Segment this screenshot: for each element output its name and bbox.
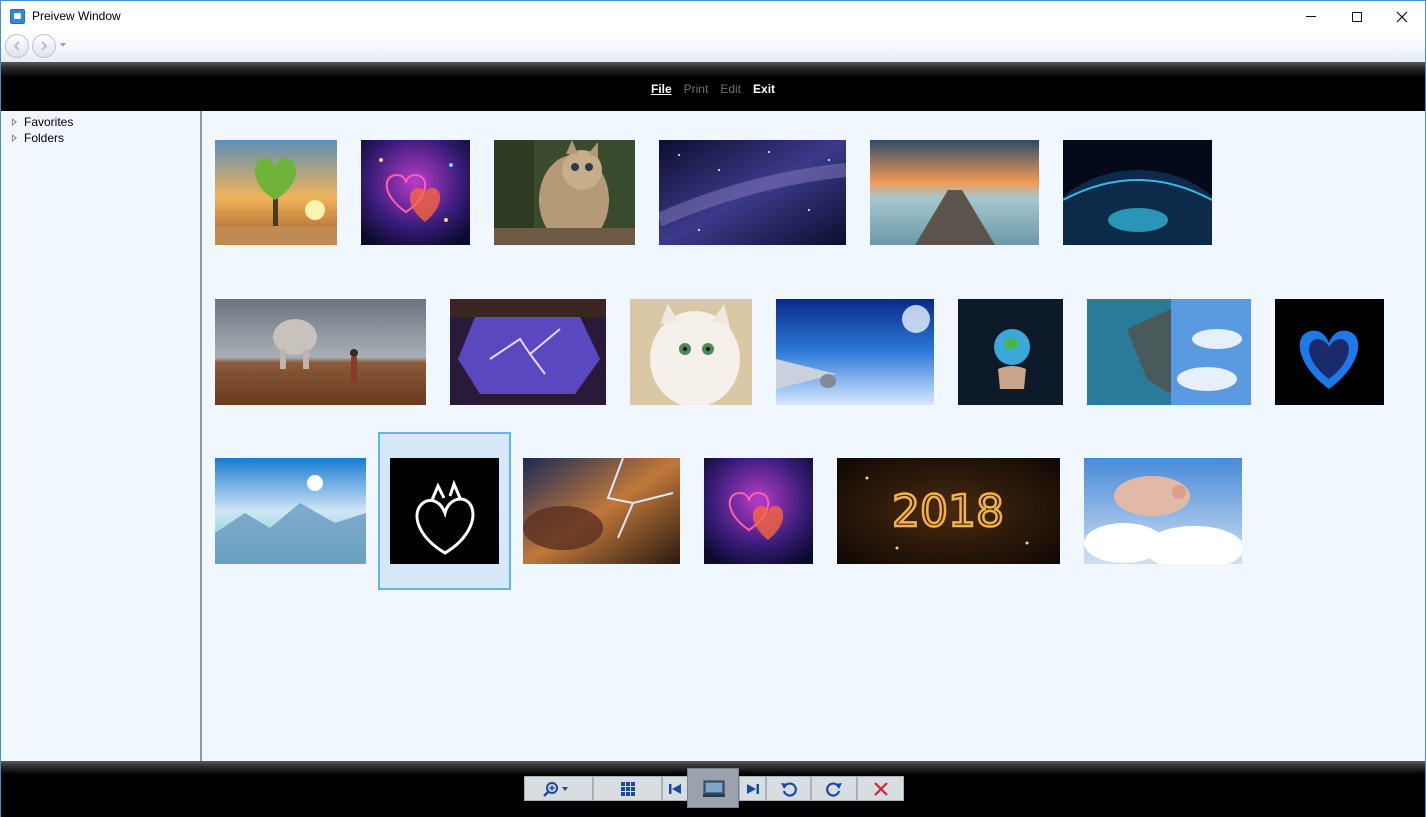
title-bar[interactable]: Preivew Window: [1, 1, 1425, 32]
grid-view-button[interactable]: [593, 776, 662, 801]
thumbnail-16[interactable]: [523, 458, 680, 564]
thumbnail-1[interactable]: [215, 140, 337, 245]
thumbnail-image: [215, 140, 337, 245]
thumbnail-image: [704, 458, 813, 564]
close-icon: [1396, 11, 1408, 22]
thumbnail-12[interactable]: [1087, 299, 1251, 405]
rotate-left-icon: [780, 781, 797, 797]
slideshow-icon: [703, 780, 725, 797]
maximize-icon: [1352, 11, 1362, 22]
menu-exit[interactable]: Exit: [747, 78, 781, 96]
thumbnail-5[interactable]: [870, 140, 1039, 245]
thumbnail-image: [1275, 299, 1384, 405]
thumbnail-19[interactable]: [1084, 458, 1242, 564]
rotate-left-button[interactable]: [766, 776, 811, 801]
thumbnail-gallery: 2018: [204, 111, 1425, 761]
first-image-button[interactable]: [662, 776, 688, 801]
rotate-right-button[interactable]: [811, 776, 857, 801]
thumbnail-17[interactable]: [704, 458, 813, 564]
thumbnail-image: [361, 140, 470, 245]
folder-tree: Favorites Folders: [2, 111, 202, 761]
thumbnail-image: [1087, 299, 1251, 405]
minimize-icon: [1306, 16, 1316, 17]
rotate-right-icon: [826, 781, 842, 797]
first-image-icon: [669, 783, 681, 794]
slideshow-button[interactable]: [687, 768, 739, 808]
tree-item-label: Favorites: [24, 115, 74, 129]
thumbnail-15[interactable]: [390, 458, 499, 564]
history-dropdown-icon[interactable]: [60, 43, 66, 47]
navigation-strip: [1, 32, 1425, 62]
thumbnail-2[interactable]: [361, 140, 470, 245]
thumbnail-18[interactable]: 2018: [837, 458, 1060, 564]
thumbnail-11[interactable]: [958, 299, 1063, 405]
tree-item-favorites[interactable]: Favorites: [2, 114, 73, 130]
delete-button[interactable]: [857, 776, 904, 801]
thumbnail-image: [1063, 140, 1212, 245]
menu-print[interactable]: Print: [678, 78, 715, 96]
tree-item-label: Folders: [24, 131, 65, 145]
zoom-button[interactable]: [524, 776, 593, 801]
thumbnail-7[interactable]: [215, 299, 426, 405]
thumbnail-image: [870, 140, 1039, 245]
thumbnail-image: [659, 140, 846, 245]
arrow-right-icon: [41, 41, 48, 51]
thumbnail-4[interactable]: [659, 140, 846, 245]
expand-arrow-icon[interactable]: [12, 118, 17, 126]
thumbnail-13[interactable]: [1275, 299, 1384, 405]
thumbnail-image: [450, 299, 606, 405]
thumbnail-3[interactable]: [494, 140, 635, 245]
menu-file[interactable]: File: [645, 78, 678, 96]
preview-window: Preivew Window File Print Edit Exit Favo…: [0, 0, 1426, 817]
svg-text:2018: 2018: [892, 486, 1004, 537]
app-icon: [10, 9, 25, 24]
last-image-icon: [746, 783, 759, 794]
menu-edit[interactable]: Edit: [714, 78, 747, 96]
thumbnail-image: [958, 299, 1063, 405]
thumbnail-image: [494, 140, 635, 245]
thumbnail-image: [523, 458, 680, 564]
tree-item-folders[interactable]: Folders: [2, 130, 64, 146]
thumbnail-14[interactable]: [215, 458, 366, 564]
maximize-button[interactable]: [1334, 1, 1380, 32]
grid-view-icon: [620, 781, 635, 796]
last-image-button[interactable]: [739, 776, 766, 801]
arrow-left-icon: [13, 41, 20, 51]
close-button[interactable]: [1379, 1, 1425, 32]
back-button[interactable]: [5, 34, 29, 58]
thumbnail-6[interactable]: [1063, 140, 1212, 245]
minimize-button[interactable]: [1288, 1, 1334, 32]
thumbnail-9[interactable]: [630, 299, 752, 405]
window-title: Preivew Window: [32, 9, 121, 23]
thumbnail-8[interactable]: [450, 299, 606, 405]
thumbnail-image: 2018: [837, 458, 1060, 564]
forward-button[interactable]: [32, 34, 56, 58]
thumbnail-image: [630, 299, 752, 405]
expand-arrow-icon[interactable]: [12, 134, 17, 142]
thumbnail-image: [390, 458, 499, 564]
menu-bar: File Print Edit Exit: [1, 62, 1425, 111]
thumbnail-10[interactable]: [776, 299, 934, 405]
thumbnail-image: [1084, 458, 1242, 564]
thumbnail-image: [215, 458, 366, 564]
delete-icon: [873, 781, 888, 796]
thumbnail-image: [215, 299, 426, 405]
zoom-in-icon: [542, 781, 568, 797]
thumbnail-image: [776, 299, 934, 405]
